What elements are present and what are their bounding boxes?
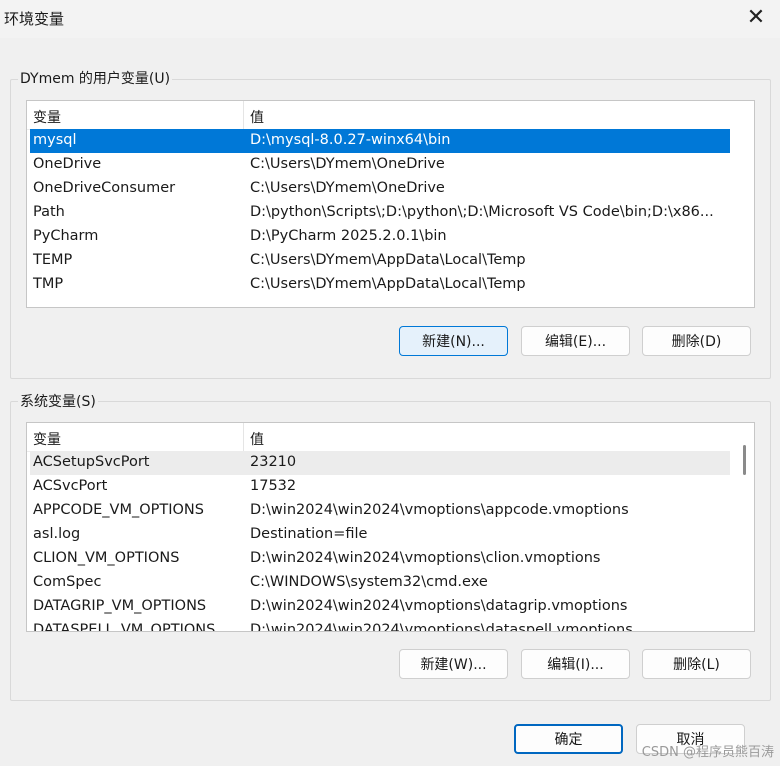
variable-name: mysql — [33, 132, 77, 148]
vertical-scrollbar[interactable] — [734, 101, 754, 307]
column-header-variable[interactable]: 变量 — [33, 429, 61, 449]
close-icon[interactable]: ✕ — [744, 6, 768, 30]
ok-button[interactable]: 确定 — [514, 724, 623, 754]
system-edit-button[interactable]: 编辑(I)... — [521, 649, 630, 679]
column-header-value[interactable]: 值 — [250, 107, 264, 127]
list-header: 变量 值 — [27, 101, 730, 130]
system-variables-label: 系统变量(S) — [18, 391, 98, 411]
variable-value: D:\win2024\win2024\vmoptions\appcode.vmo… — [250, 502, 629, 518]
table-row[interactable]: OneDrive C:\Users\DYmem\OneDrive — [30, 153, 730, 177]
variable-name: OneDrive — [33, 156, 102, 172]
system-delete-button[interactable]: 删除(L) — [642, 649, 751, 679]
table-row[interactable]: ACSvcPort 17532 — [30, 475, 730, 499]
title-bar: 环境变量 ✕ — [0, 0, 780, 38]
column-divider[interactable] — [243, 423, 244, 451]
variable-name: TMP — [33, 276, 64, 292]
vertical-scrollbar[interactable] — [734, 423, 754, 631]
table-row[interactable]: TEMP C:\Users\DYmem\AppData\Local\Temp — [30, 249, 730, 273]
scrollbar-thumb[interactable] — [743, 445, 746, 475]
list-header: 变量 值 — [27, 423, 730, 452]
table-row[interactable]: DATAGRIP_VM_OPTIONS D:\win2024\win2024\vm… — [30, 595, 730, 619]
variable-value: C:\Users\DYmem\OneDrive — [250, 156, 445, 172]
user-variables-label: DYmem 的用户变量(U) — [18, 68, 173, 88]
variable-name: ACSvcPort — [33, 478, 108, 494]
variable-value: 23210 — [250, 454, 297, 470]
variable-value: C:\Users\DYmem\AppData\Local\Temp — [250, 276, 526, 292]
table-row[interactable]: mysql D:\mysql-8.0.27-winx64\bin — [30, 129, 730, 153]
user-delete-button[interactable]: 删除(D) — [642, 326, 751, 356]
variable-name: PyCharm — [33, 228, 99, 244]
variable-name: TEMP — [33, 252, 73, 268]
column-divider[interactable] — [243, 101, 244, 129]
variable-value: C:\WINDOWS\system32\cmd.exe — [250, 574, 488, 590]
variable-value: 17532 — [250, 478, 297, 494]
column-header-variable[interactable]: 变量 — [33, 107, 61, 127]
variable-value: D:\mysql-8.0.27-winx64\bin — [250, 132, 451, 148]
window-title: 环境变量 — [4, 10, 65, 28]
table-row[interactable]: OneDriveConsumer C:\Users\DYmem\OneDrive — [30, 177, 730, 201]
table-row[interactable]: Path D:\python\Scripts\;D:\python\;D:\Mic… — [30, 201, 730, 225]
table-row[interactable]: PyCharm D:\PyCharm 2025.2.0.1\bin — [30, 225, 730, 249]
table-row[interactable]: CLION_VM_OPTIONS D:\win2024\win2024\vmopt… — [30, 547, 730, 571]
variable-value: C:\Users\DYmem\OneDrive — [250, 180, 445, 196]
variable-value: C:\Users\DYmem\AppData\Local\Temp — [250, 252, 526, 268]
column-header-value[interactable]: 值 — [250, 429, 264, 449]
table-row[interactable]: DATASPELL_VM_OPTIONS D:\win2024\win2024\v… — [30, 619, 730, 632]
variable-name: OneDriveConsumer — [33, 180, 176, 196]
system-new-button[interactable]: 新建(W)... — [399, 649, 508, 679]
variable-value: D:\PyCharm 2025.2.0.1\bin — [250, 228, 447, 244]
system-variables-list[interactable]: 变量 值 ACSetupSvcPort 23210 ACSvcPort 17532 AP… — [26, 422, 755, 632]
variable-value: D:\win2024\win2024\vmoptions\clion.vmopt… — [250, 550, 601, 566]
variable-name: CLION_VM_OPTIONS — [33, 550, 180, 566]
variable-value: D:\python\Scripts\;D:\python\;D:\Microso… — [250, 204, 714, 220]
user-new-button[interactable]: 新建(N)... — [399, 326, 508, 356]
watermark: CSDN @程序员熊百涛 — [641, 745, 774, 760]
table-row[interactable]: ComSpec C:\WINDOWS\system32\cmd.exe — [30, 571, 730, 595]
variable-name: asl.log — [33, 526, 81, 542]
variable-value: D:\win2024\win2024\vmoptions\datagrip.vm… — [250, 598, 628, 614]
variable-name: DATASPELL_VM_OPTIONS — [33, 622, 216, 632]
variable-value: D:\win2024\win2024\vmoptions\dataspell.v… — [250, 622, 633, 632]
variable-name: ComSpec — [33, 574, 102, 590]
user-variables-list[interactable]: 变量 值 mysql D:\mysql-8.0.27-winx64\bin OneD… — [26, 100, 755, 308]
variable-name: Path — [33, 204, 65, 220]
user-edit-button[interactable]: 编辑(E)... — [521, 326, 630, 356]
table-row[interactable]: TMP C:\Users\DYmem\AppData\Local\Temp — [30, 273, 730, 297]
table-row[interactable]: asl.log Destination=file — [30, 523, 730, 547]
variable-name: APPCODE_VM_OPTIONS — [33, 502, 204, 518]
variable-name: DATAGRIP_VM_OPTIONS — [33, 598, 207, 614]
variable-name: ACSetupSvcPort — [33, 454, 150, 470]
table-row[interactable]: ACSetupSvcPort 23210 — [30, 451, 730, 475]
variable-value: Destination=file — [250, 526, 368, 542]
table-row[interactable]: APPCODE_VM_OPTIONS D:\win2024\win2024\vmo… — [30, 499, 730, 523]
